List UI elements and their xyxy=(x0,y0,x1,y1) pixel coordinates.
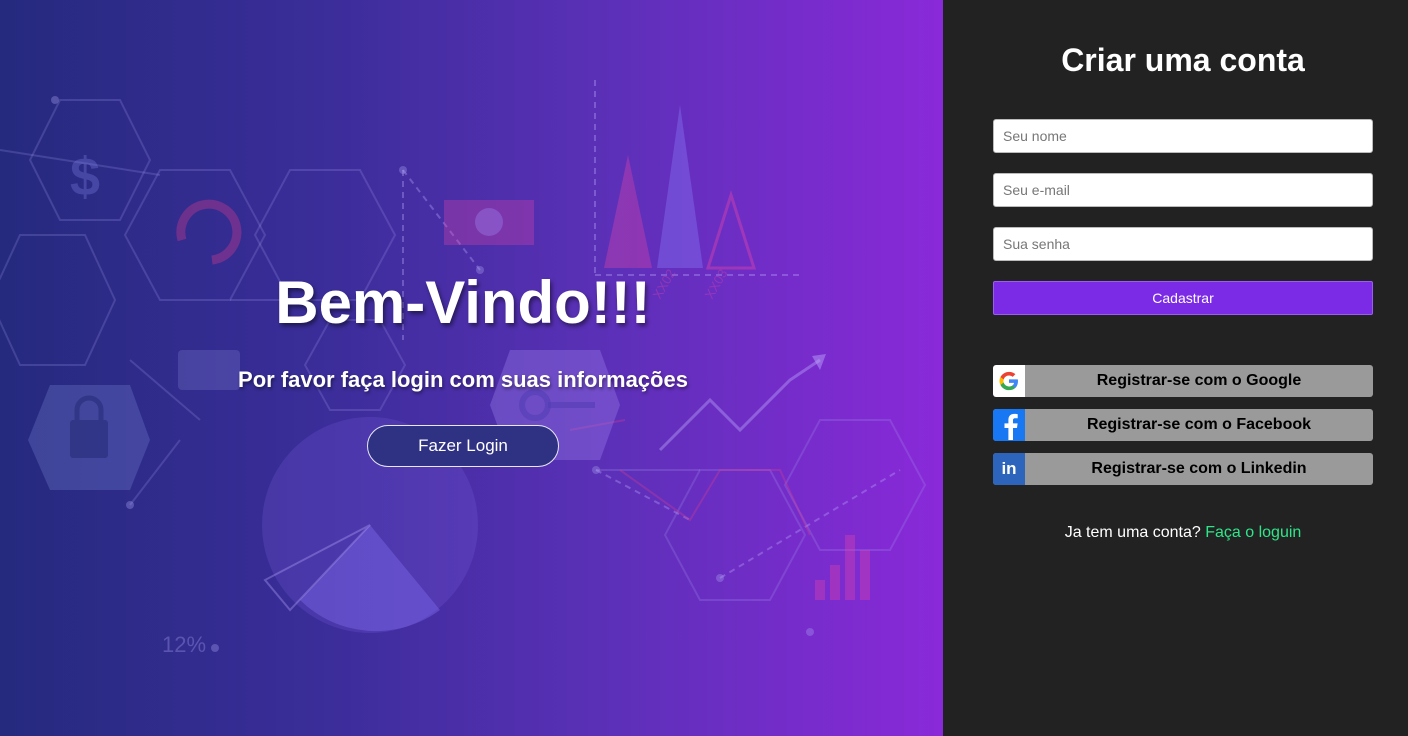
google-signup-button[interactable]: Registrar-se com o Google xyxy=(993,365,1373,397)
welcome-subtitle: Por favor faça login com suas informaçõe… xyxy=(238,367,688,392)
linkedin-signup-label: Registrar-se com o Linkedin xyxy=(1091,460,1307,477)
login-link[interactable]: Faça o loguin xyxy=(1205,524,1301,541)
signup-panel: Criar uma conta Cadastrar Registrar-se c… xyxy=(943,0,1408,736)
welcome-panel: $ 12% XX02 XX03 Bem-Vindo!!! Por favor f… xyxy=(0,0,943,736)
password-input[interactable] xyxy=(993,227,1373,261)
register-button[interactable]: Cadastrar xyxy=(993,281,1373,315)
percent-annotation: 12% xyxy=(162,632,206,657)
facebook-icon xyxy=(993,409,1025,441)
linkedin-icon: in xyxy=(993,453,1025,485)
linkedin-signup-button[interactable]: in Registrar-se com o Linkedin xyxy=(993,453,1373,485)
google-icon xyxy=(993,365,1025,397)
login-button[interactable]: Fazer Login xyxy=(367,425,559,467)
signup-title: Criar uma conta xyxy=(1061,42,1305,78)
login-prompt-text: Ja tem uma conta? xyxy=(1064,524,1201,541)
google-signup-label: Registrar-se com o Google xyxy=(1096,372,1302,389)
welcome-title: Bem-Vindo!!! xyxy=(275,269,651,336)
facebook-signup-label: Registrar-se com o Facebook xyxy=(1086,416,1312,433)
dollar-sign-annotation: $ xyxy=(70,147,100,207)
name-input[interactable] xyxy=(993,119,1373,153)
facebook-signup-button[interactable]: Registrar-se com o Facebook xyxy=(993,409,1373,441)
email-input[interactable] xyxy=(993,173,1373,207)
login-prompt: Ja tem uma conta? Faça o loguin xyxy=(943,524,1408,542)
